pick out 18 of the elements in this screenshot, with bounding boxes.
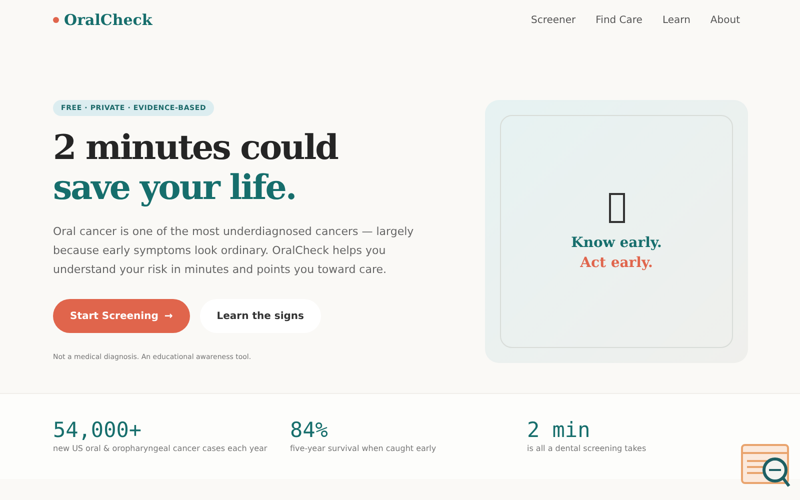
nav-link[interactable]: Find Care (596, 14, 642, 26)
stat-value: 2 min (527, 418, 592, 442)
stat-value: 54,000+ (53, 418, 143, 442)
brand-logo[interactable]: OralCheck (64, 11, 152, 29)
card-text: Know early. (571, 234, 662, 250)
intro-paragraph: Oral cancer is one of the most underdiagnosed cancers — largely because early symptoms look ordinary. OralCheck helps you understand your risk in minutes and points you toward care. (53, 224, 415, 278)
hero-heading: 2 minutes could save your life. (53, 128, 339, 208)
nav-link[interactable]: Learn (662, 14, 690, 26)
nav-link[interactable]: About (710, 14, 740, 26)
missing-glyph-icon (608, 192, 624, 222)
stat-caption: new US oral & oropharyngeal cancer cases each year (53, 444, 268, 453)
stat-caption: five-year survival when caught early (290, 444, 438, 453)
stat-caption: is all a dental screening takes (527, 444, 648, 453)
stat-value: 84% (290, 418, 329, 442)
card-text: Act early. (580, 254, 653, 270)
nav-link[interactable]: Screener (530, 14, 576, 26)
brand-dot-icon (53, 17, 59, 23)
learn-button[interactable]: Learn the signs (200, 299, 321, 333)
